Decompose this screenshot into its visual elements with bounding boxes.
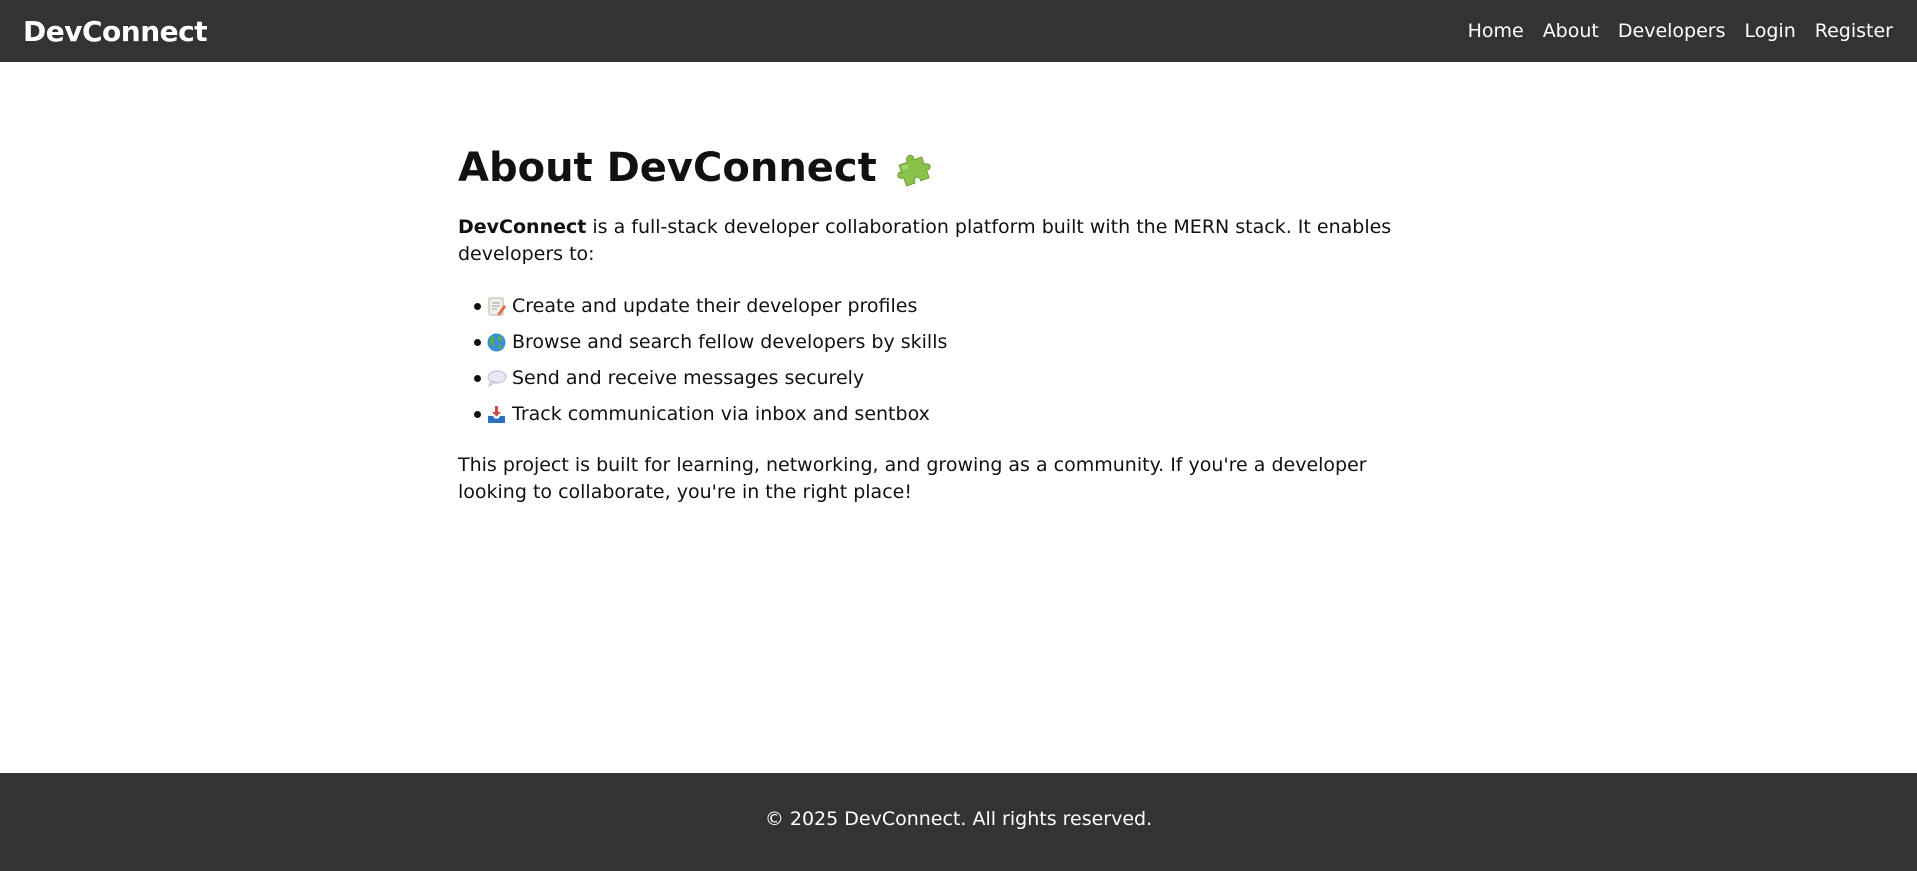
brand-logo-link[interactable]: DevConnect	[23, 15, 208, 48]
intro-paragraph: DevConnect is a full-stack developer col…	[458, 214, 1458, 268]
copyright-text: © 2025 DevConnect. All rights reserved.	[764, 808, 1153, 830]
speech-bubble-icon	[487, 370, 507, 388]
list-item: Track communication via inbox and sentbo…	[474, 396, 1458, 432]
feature-text: Create and update their developer profil…	[512, 294, 918, 317]
navbar: DevConnect Home About Developers Login R…	[0, 0, 1917, 62]
nav-link-login[interactable]: Login	[1745, 20, 1796, 42]
globe-icon	[487, 333, 506, 352]
feature-text: Send and receive messages securely	[512, 366, 865, 389]
nav-links: Home About Developers Login Register	[1449, 20, 1893, 42]
list-item: Send and receive messages securely	[474, 360, 1458, 396]
feature-text: Track communication via inbox and sentbo…	[512, 402, 930, 425]
list-item: Create and update their developer profil…	[474, 288, 1458, 324]
page: DevConnect Home About Developers Login R…	[0, 0, 1917, 871]
page-title: About DevConnect	[458, 138, 1458, 198]
closing-paragraph: This project is built for learning, netw…	[458, 454, 1367, 503]
about-content: About DevConnect DevConnect is a full-st…	[458, 138, 1458, 506]
intro-text: is a full-stack developer collaboration …	[458, 216, 1392, 265]
inbox-tray-icon	[488, 406, 505, 423]
nav-link-register[interactable]: Register	[1815, 20, 1893, 42]
feature-list: Create and update their developer profil…	[458, 288, 1458, 432]
memo-icon	[488, 297, 506, 316]
footer: © 2025 DevConnect. All rights reserved.	[0, 773, 1917, 871]
feature-text: Browse and search fellow developers by s…	[512, 330, 948, 353]
nav-link-home[interactable]: Home	[1468, 20, 1524, 42]
nav-link-developers[interactable]: Developers	[1618, 20, 1726, 42]
puzzle-piece-icon	[897, 154, 931, 187]
list-item: Browse and search fellow developers by s…	[474, 324, 1458, 360]
intro-brand-name: DevConnect	[458, 216, 587, 238]
page-title-text: About DevConnect	[458, 145, 877, 191]
nav-link-about[interactable]: About	[1543, 20, 1599, 42]
